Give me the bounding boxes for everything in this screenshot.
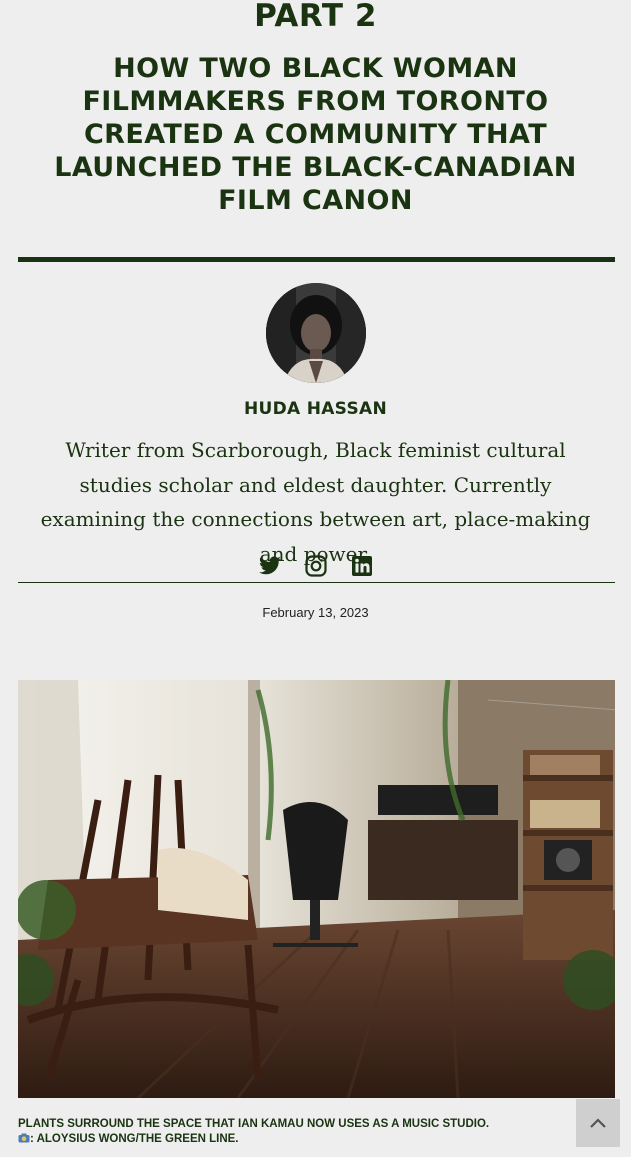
article-photo [18,680,615,1098]
author-bio: Writer from Scarborough, Black feminist … [40,438,591,566]
header-divider [18,257,615,262]
instagram-icon[interactable] [304,554,328,578]
photo-credit: : ALOYSIUS WONG/THE GREEN LINE. [30,1133,239,1145]
linkedin-icon[interactable] [350,554,374,578]
author-avatar [266,283,366,383]
twitter-icon[interactable] [258,554,282,578]
article-kicker: PART 2 [254,0,377,34]
caption-text: PLANTS SURROUND THE SPACE THAT IAN KAMAU… [18,1118,490,1130]
author-divider [18,582,615,583]
scroll-to-top-button[interactable] [576,1099,620,1147]
article-title: HOW TWO BLACK WOMAN FILMMAKERS FROM TORO… [54,53,577,216]
author-name[interactable]: HUDA HASSAN [0,399,631,419]
chevron-up-icon [590,1118,606,1128]
publish-date: February 13, 2023 [262,605,369,620]
photo-caption: PLANTS SURROUND THE SPACE THAT IAN KAMAU… [18,1117,578,1147]
camera-icon [18,1133,30,1143]
social-links [0,554,631,578]
